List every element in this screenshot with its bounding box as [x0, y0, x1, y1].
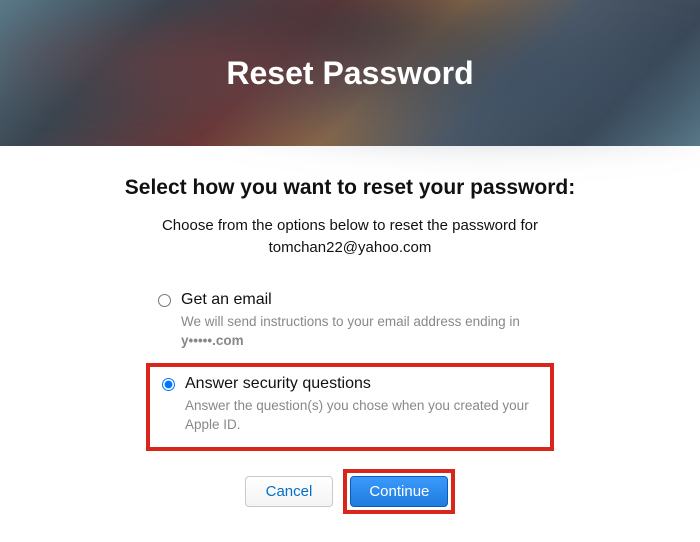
continue-highlight: Continue	[343, 469, 455, 514]
page-title: Reset Password	[226, 55, 473, 92]
content-area: Select how you want to reset your passwo…	[0, 146, 700, 514]
radio-get-email[interactable]	[158, 294, 171, 307]
radio-security-questions[interactable]	[162, 378, 175, 391]
subheading: Select how you want to reset your passwo…	[60, 174, 640, 201]
instruction-text: Choose from the options below to reset t…	[60, 215, 640, 259]
option-security-label: Answer security questions	[185, 375, 538, 393]
button-row: Cancel Continue	[60, 469, 640, 514]
reset-options: Get an email We will send instructions t…	[146, 283, 554, 451]
account-email: tomchan22@yahoo.com	[269, 239, 432, 256]
instruction-prefix: Choose from the options below to reset t…	[162, 217, 538, 234]
cancel-button[interactable]: Cancel	[245, 476, 334, 507]
hero-banner: Reset Password	[0, 0, 700, 146]
continue-button[interactable]: Continue	[350, 476, 448, 507]
option-security-desc: Answer the question(s) you chose when yo…	[185, 398, 529, 433]
option-email-label: Get an email	[181, 291, 542, 309]
masked-email: y•••••.com	[181, 333, 244, 348]
option-get-email[interactable]: Get an email We will send instructions t…	[146, 283, 554, 363]
option-email-desc: We will send instructions to your email …	[181, 314, 520, 349]
option-security-questions[interactable]: Answer security questions Answer the que…	[146, 363, 554, 451]
